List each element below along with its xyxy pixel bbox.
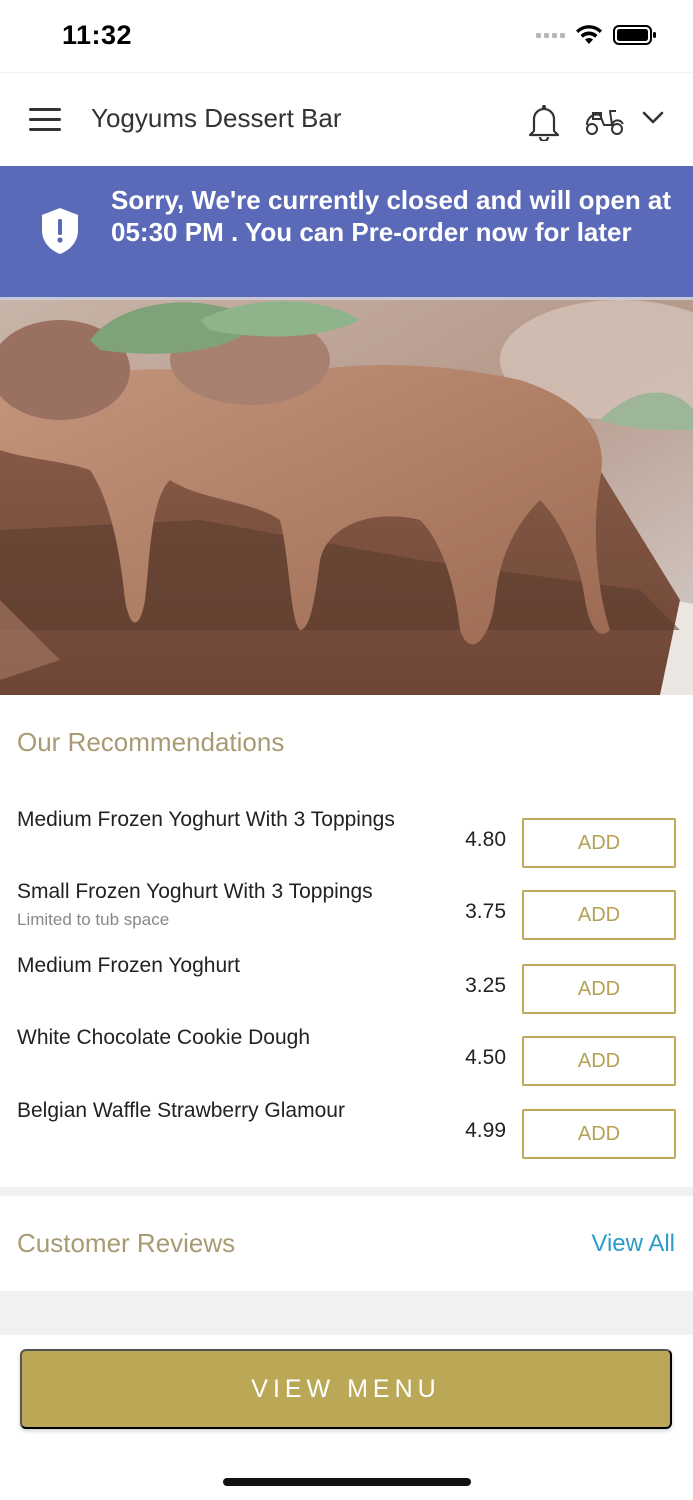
add-button[interactable]: ADD xyxy=(522,1036,676,1086)
status-bar: 11:32 xyxy=(0,0,693,72)
bottom-action-area: VIEW MENU xyxy=(0,1335,693,1500)
status-time: 11:32 xyxy=(62,20,133,50)
cellular-signal-icon xyxy=(536,32,565,38)
hero-dessert-image xyxy=(0,300,693,695)
closed-notice-banner: Sorry, We're currently closed and will o… xyxy=(0,166,693,300)
item-price: 4.99 xyxy=(465,1119,506,1142)
battery-icon xyxy=(613,25,656,45)
home-indicator[interactable] xyxy=(223,1478,471,1486)
scooter-icon[interactable] xyxy=(584,105,626,137)
item-name: Belgian Waffle Strawberry Glamour xyxy=(17,1099,345,1122)
bell-icon[interactable] xyxy=(526,101,562,141)
item-price: 4.50 xyxy=(465,1046,506,1069)
item-price: 3.25 xyxy=(465,974,506,997)
wifi-icon xyxy=(576,25,602,44)
reviews-empty-area xyxy=(0,1291,693,1335)
view-all-reviews-link[interactable]: View All xyxy=(591,1230,675,1258)
item-name: Small Frozen Yoghurt With 3 Toppings xyxy=(17,880,373,903)
item-price: 4.80 xyxy=(465,828,506,851)
chevron-down-icon[interactable] xyxy=(642,111,664,125)
app-header: Yogyums Dessert Bar xyxy=(0,72,693,166)
item-name: Medium Frozen Yoghurt With 3 Toppings xyxy=(17,808,395,831)
add-button[interactable]: ADD xyxy=(522,890,676,940)
customer-reviews-title: Customer Reviews xyxy=(17,1228,236,1258)
recommendation-item: White Chocolate Cookie Dough 4.50 ADD xyxy=(0,1018,693,1086)
closed-notice-text: Sorry, We're currently closed and will o… xyxy=(111,185,672,247)
add-button[interactable]: ADD xyxy=(522,818,676,868)
item-price: 3.75 xyxy=(465,900,506,923)
add-button[interactable]: ADD xyxy=(522,1109,676,1159)
section-divider xyxy=(0,1187,693,1196)
recommendation-item: Small Frozen Yoghurt With 3 Toppings Lim… xyxy=(0,872,693,940)
recommendation-item: Medium Frozen Yoghurt With 3 Toppings 4.… xyxy=(0,800,693,868)
item-subtitle: Limited to tub space xyxy=(17,910,170,929)
store-title: Yogyums Dessert Bar xyxy=(91,103,342,133)
recommendation-item: Medium Frozen Yoghurt 3.25 ADD xyxy=(0,946,693,1014)
item-name: Medium Frozen Yoghurt xyxy=(17,954,240,977)
item-name: White Chocolate Cookie Dough xyxy=(17,1026,310,1049)
status-icons xyxy=(536,24,657,46)
recommendations-title: Our Recommendations xyxy=(17,727,285,757)
recommendation-item: Belgian Waffle Strawberry Glamour 4.99 A… xyxy=(0,1091,693,1159)
view-menu-button[interactable]: VIEW MENU xyxy=(20,1349,672,1429)
add-button[interactable]: ADD xyxy=(522,964,676,1014)
hamburger-menu-icon[interactable] xyxy=(29,108,61,132)
shield-alert-icon xyxy=(42,208,78,254)
